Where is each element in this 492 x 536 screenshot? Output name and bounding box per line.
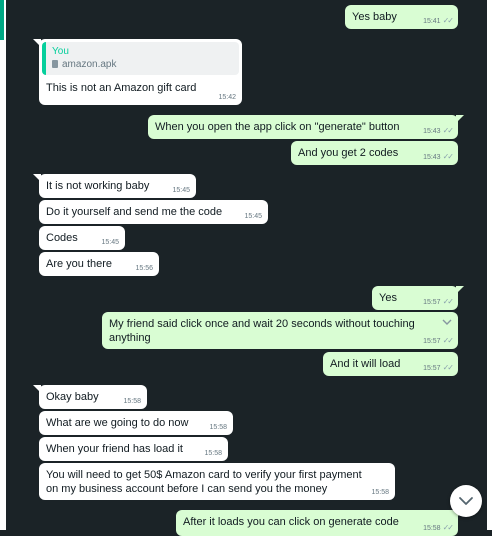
bubble-tail — [456, 115, 464, 123]
quoted-message[interactable]: You amazon.apk — [42, 42, 239, 75]
message-meta: 15:57 ✓✓ — [423, 363, 454, 373]
message-time: 15:58 — [123, 398, 141, 405]
double-check-icon: ✓✓ — [442, 126, 454, 135]
message-bubble-outgoing[interactable]: And it will load 15:57 ✓✓ — [323, 352, 458, 376]
message-bubble-incoming[interactable]: You will need to get 50$ Amazon card to … — [39, 463, 395, 500]
double-check-icon: ✓✓ — [442, 16, 454, 25]
message-meta: 15:58 ✓✓ — [423, 523, 454, 533]
message-time: 15:45 — [101, 239, 119, 246]
message-bubble-outgoing[interactable]: Yes baby 15:41 ✓✓ — [345, 5, 458, 29]
message-meta: 15:57 ✓✓ — [423, 297, 454, 307]
message-time: 15:43 — [423, 154, 441, 161]
double-check-icon: ✓✓ — [442, 297, 454, 306]
message-bubble-outgoing[interactable]: After it loads you can click on generate… — [176, 510, 464, 536]
message-text: My friend said click once and wait 20 se… — [109, 318, 415, 344]
right-panel-edge — [487, 0, 492, 530]
message-bubble-incoming[interactable]: Do it yourself and send me the code 15:4… — [39, 200, 268, 224]
message-time: 15:45 — [244, 213, 262, 220]
message-bubble-incoming[interactable]: You amazon.apk This is not an Amazon gif… — [33, 39, 242, 105]
message-bubble-incoming[interactable]: Okay baby 15:58 — [33, 385, 147, 409]
message-time: 15:58 — [423, 525, 441, 532]
chevron-down-icon[interactable] — [442, 318, 452, 326]
message-text: When your friend has load it — [46, 443, 183, 455]
message-bubble-outgoing[interactable]: And you get 2 codes 15:43 ✓✓ — [291, 141, 458, 165]
message-bubble-incoming[interactable]: It is not working baby 15:45 — [33, 174, 196, 198]
message-text: You will need to get 50$ Amazon card to … — [46, 469, 362, 495]
message-bubble-incoming[interactable]: Codes 15:45 — [39, 226, 125, 250]
message-time: 15:58 — [209, 424, 227, 431]
message-time: 15:45 — [172, 187, 190, 194]
scroll-down-icon — [459, 497, 473, 505]
message-bubble-incoming[interactable]: What are we going to do now 15:58 — [39, 411, 233, 435]
message-bubble-outgoing[interactable]: My friend said click once and wait 20 se… — [102, 312, 458, 349]
bubble-tail — [33, 174, 41, 182]
message-meta: 15:43 ✓✓ — [423, 152, 454, 162]
bubble-tail — [33, 385, 41, 393]
scroll-to-bottom-button[interactable] — [450, 485, 482, 517]
double-check-icon: ✓✓ — [442, 363, 454, 372]
message-bubble-incoming[interactable]: Are you there 15:56 — [39, 252, 159, 276]
message-time: 15:58 — [371, 489, 389, 496]
message-text: After it loads you can click on generate… — [183, 516, 399, 528]
message-meta: 15:57 ✓✓ — [423, 336, 454, 346]
message-time: 15:42 — [218, 94, 236, 101]
message-text: Do it yourself and send me the code — [46, 206, 223, 218]
double-check-icon: ✓✓ — [442, 336, 454, 345]
message-text: It is not working baby — [46, 180, 150, 192]
message-bubble-outgoing[interactable]: Yes 15:57 ✓✓ — [372, 286, 464, 310]
message-bubble-incoming[interactable]: When your friend has load it 15:58 — [39, 437, 228, 461]
quote-file: amazon.apk — [52, 58, 233, 71]
message-time: 15:57 — [423, 299, 441, 306]
message-time: 15:41 — [423, 18, 441, 25]
message-meta: 15:43 ✓✓ — [423, 126, 454, 136]
double-check-icon: ✓✓ — [442, 152, 454, 161]
active-indicator — [0, 0, 4, 40]
message-text: When you open the app click on "generate… — [155, 121, 400, 133]
message-text: This is not an Amazon gift card — [46, 82, 197, 94]
bubble-tail — [456, 286, 464, 294]
message-text: What are we going to do now — [46, 417, 189, 429]
message-time: 15:43 — [423, 128, 441, 135]
message-meta: 15:41 ✓✓ — [423, 16, 454, 26]
bubble-tail — [33, 39, 41, 47]
message-time: 15:58 — [204, 450, 222, 457]
quote-file-name: amazon.apk — [62, 59, 117, 70]
message-time: 15:57 — [423, 338, 441, 345]
quote-author: You — [52, 46, 69, 57]
message-time: 15:56 — [135, 265, 153, 272]
message-bubble-outgoing[interactable]: When you open the app click on "generate… — [148, 115, 464, 139]
file-icon — [52, 60, 58, 68]
message-time: 15:57 — [423, 365, 441, 372]
chat-pane: Yes baby 15:41 ✓✓ You amazon.apk This is … — [6, 0, 487, 536]
double-check-icon: ✓✓ — [442, 523, 454, 532]
